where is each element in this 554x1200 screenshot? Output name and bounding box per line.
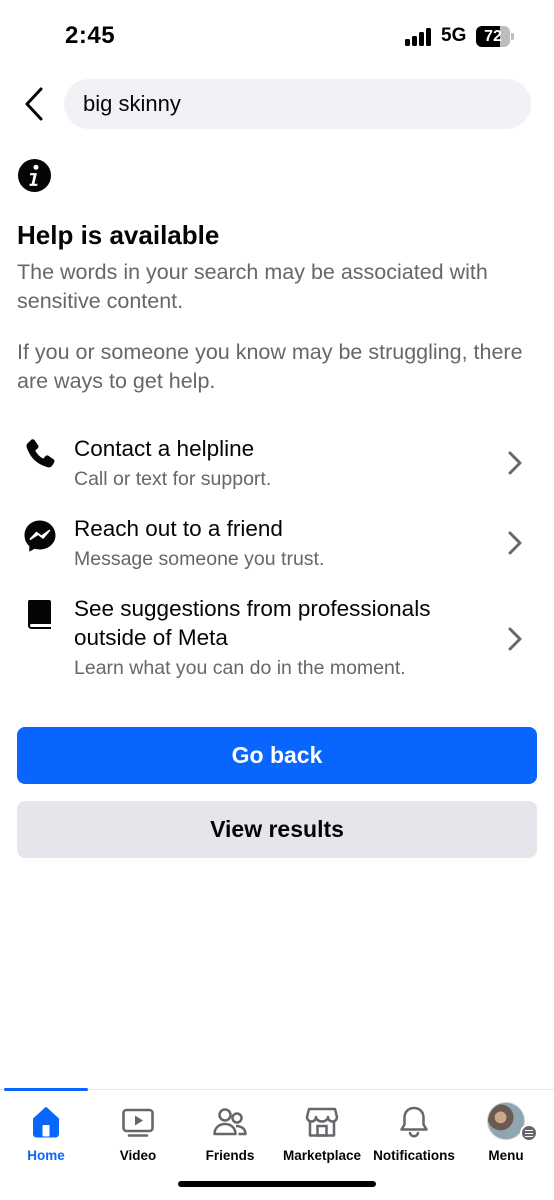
option-title: See suggestions from professionals outsi… bbox=[74, 596, 431, 650]
chevron-left-icon bbox=[25, 87, 43, 121]
help-description-secondary: If you or someone you know may be strugg… bbox=[17, 340, 523, 393]
professional-suggestions-option[interactable]: See suggestions from professionals outsi… bbox=[0, 590, 554, 686]
contact-helpline-option[interactable]: Contact a helpline Call or text for supp… bbox=[0, 430, 554, 500]
bell-icon bbox=[400, 1106, 428, 1138]
friends-icon bbox=[213, 1108, 247, 1136]
view-results-button[interactable]: View results bbox=[17, 801, 537, 858]
tab-label: Friends bbox=[205, 1148, 255, 1163]
option-subtitle: Learn what you can do in the moment. bbox=[74, 657, 406, 679]
home-icon bbox=[33, 1107, 59, 1138]
marketplace-icon bbox=[305, 1107, 339, 1137]
info-icon bbox=[17, 158, 52, 193]
option-subtitle: Message someone you trust. bbox=[74, 548, 325, 570]
chevron-right-icon bbox=[508, 627, 522, 651]
tab-label: Notifications bbox=[373, 1148, 455, 1163]
home-indicator bbox=[178, 1181, 376, 1187]
status-time: 2:45 bbox=[65, 22, 116, 49]
option-subtitle: Call or text for support. bbox=[74, 468, 272, 490]
reach-out-friend-option[interactable]: Reach out to a friend Message someone yo… bbox=[0, 510, 554, 580]
video-icon bbox=[122, 1108, 154, 1137]
battery-level: 72 bbox=[484, 28, 502, 45]
tab-label: Video bbox=[119, 1148, 157, 1163]
tab-label: Home bbox=[27, 1148, 65, 1163]
tab-label: Marketplace bbox=[282, 1148, 362, 1163]
tab-friends[interactable]: Friends bbox=[184, 1090, 276, 1170]
tab-menu[interactable]: Menu bbox=[460, 1090, 552, 1170]
phone-icon bbox=[26, 439, 55, 468]
go-back-button[interactable]: Go back bbox=[17, 727, 537, 784]
network-type: 5G bbox=[441, 25, 467, 46]
menu-icon bbox=[520, 1124, 538, 1142]
messenger-icon bbox=[24, 520, 56, 552]
search-input[interactable]: big skinny bbox=[64, 79, 531, 129]
book-icon bbox=[28, 600, 51, 629]
option-title: Contact a helpline bbox=[74, 436, 255, 461]
back-button[interactable] bbox=[14, 82, 54, 126]
tab-video[interactable]: Video bbox=[92, 1090, 184, 1170]
chevron-right-icon bbox=[508, 451, 522, 475]
tab-notifications[interactable]: Notifications bbox=[368, 1090, 460, 1170]
option-title: Reach out to a friend bbox=[74, 516, 283, 541]
tab-marketplace[interactable]: Marketplace bbox=[276, 1090, 368, 1170]
tab-home[interactable]: Home bbox=[0, 1090, 92, 1170]
help-description: The words in your search may be associat… bbox=[17, 260, 488, 313]
tab-label: Menu bbox=[488, 1148, 524, 1163]
status-bar: 2:45 5G 72 bbox=[0, 0, 554, 70]
signal-icon bbox=[405, 28, 433, 46]
chevron-right-icon bbox=[508, 531, 522, 555]
battery-icon: 72 bbox=[476, 26, 514, 47]
help-title: Help is available bbox=[17, 220, 220, 250]
